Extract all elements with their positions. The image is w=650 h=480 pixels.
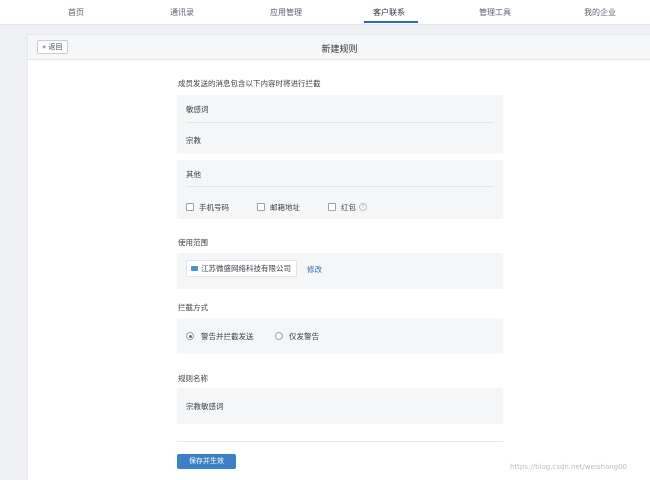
other-label: 其他 (186, 170, 201, 179)
folder-icon (191, 266, 198, 271)
other-panel: 其他 手机号码 邮箱地址 红包 ? (177, 160, 503, 219)
phone-checkbox[interactable] (186, 203, 194, 211)
sensitive-words-value[interactable]: 宗教 (186, 135, 201, 146)
block-and-warn-radio[interactable] (186, 332, 194, 340)
scope-section-label: 使用范围 (178, 238, 208, 247)
page-title: 新建规则 (321, 45, 358, 55)
intercept-section-label: 成员发送的消息包含以下内容时将进行拦截 (178, 79, 321, 88)
divider (177, 441, 503, 442)
sensitive-words-label: 敏感词 (186, 105, 209, 114)
divider (186, 122, 494, 123)
help-icon[interactable]: ? (359, 203, 367, 211)
block-and-warn-label: 警告并拦截发送 (201, 332, 254, 341)
rule-card: « 返回 新建规则 成员发送的消息包含以下内容时将进行拦截 敏感词 宗教 其他 … (27, 34, 650, 480)
rule-name-input[interactable]: 宗教敏感词 (186, 401, 224, 412)
nav-item-apps[interactable]: 应用管理 (270, 7, 302, 21)
red-packet-label: 红包 (341, 203, 356, 212)
rule-name-section-label: 规则名称 (178, 374, 208, 383)
warn-only-label: 仅发警告 (289, 332, 319, 341)
rule-name-panel: 宗教敏感词 (177, 388, 503, 424)
email-checkbox[interactable] (257, 203, 265, 211)
sensitive-words-panel: 敏感词 宗教 (177, 95, 503, 154)
divider (186, 186, 494, 187)
method-panel: 警告并拦截发送 仅发警告 (177, 318, 503, 354)
watermark: https://blog.csdn.net/weishang00 (510, 463, 628, 471)
nav-item-contacts[interactable]: 通讯录 (170, 7, 194, 21)
nav-item-tools[interactable]: 管理工具 (479, 7, 511, 21)
scope-panel: 江苏微盛网络科技有限公司 修改 (177, 253, 503, 289)
save-button[interactable]: 保存并生效 (177, 454, 236, 469)
card-header: « 返回 新建规则 (28, 35, 650, 60)
org-tag: 江苏微盛网络科技有限公司 (186, 260, 297, 277)
org-name: 江苏微盛网络科技有限公司 (201, 264, 291, 273)
nav-active-indicator (364, 21, 418, 23)
phone-label: 手机号码 (199, 203, 229, 212)
warn-only-radio[interactable] (275, 332, 283, 340)
email-label: 邮箱地址 (270, 203, 300, 212)
nav-item-my-company[interactable]: 我的企业 (584, 7, 616, 21)
red-packet-checkbox[interactable] (328, 203, 336, 211)
nav-item-customer-contact[interactable]: 客户联系 (373, 7, 405, 21)
edit-scope-link[interactable]: 修改 (307, 264, 322, 275)
top-nav: 首页 通讯录 应用管理 客户联系 管理工具 我的企业 (0, 0, 650, 25)
method-section-label: 拦截方式 (178, 303, 208, 312)
nav-item-home[interactable]: 首页 (68, 7, 84, 21)
